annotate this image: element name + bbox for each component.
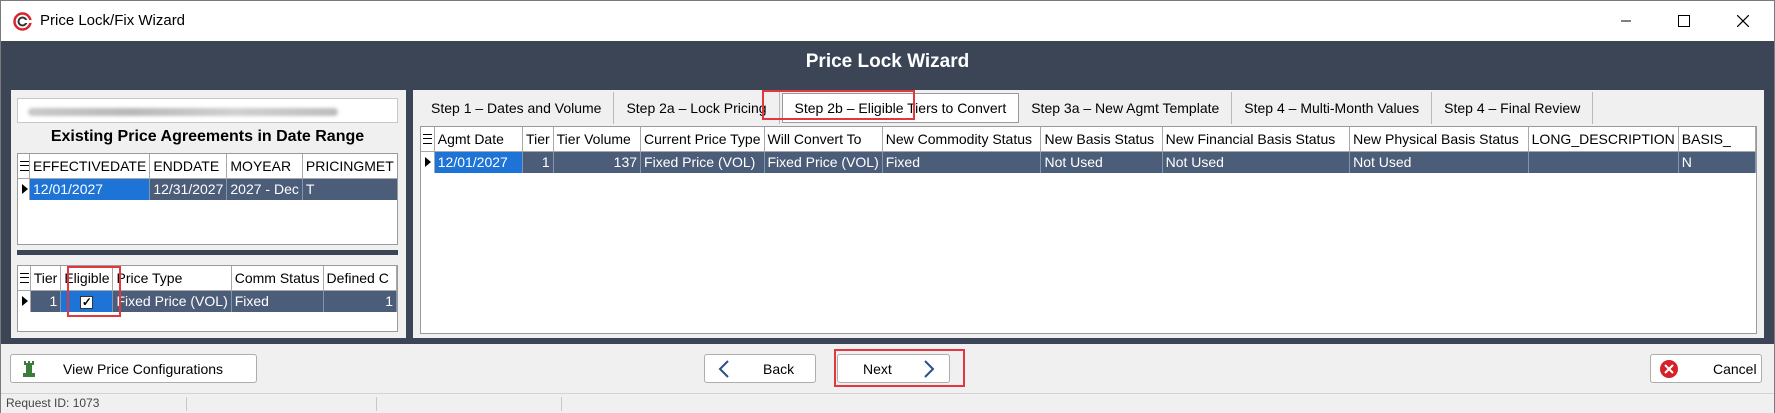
- view-price-configurations-label: View Price Configurations: [63, 360, 224, 377]
- agreements-grid[interactable]: EFFECTIVEDATE ENDDATE MOYEAR PRICINGMET …: [17, 153, 398, 245]
- minimize-icon: [1621, 20, 1631, 22]
- table-cell[interactable]: Not Used: [1162, 151, 1351, 173]
- column-chooser-icon[interactable]: [18, 154, 30, 179]
- row-indicator-icon: [18, 290, 31, 312]
- table-cell[interactable]: T: [302, 178, 397, 200]
- column-header[interactable]: ENDDATE: [149, 154, 228, 179]
- status-text: Request ID: 1073: [6, 396, 100, 410]
- column-header[interactable]: Tier Volume: [553, 127, 642, 152]
- row-indicator-icon: [18, 178, 30, 200]
- tab-step2a[interactable]: Step 2a – Lock Pricing: [614, 92, 780, 124]
- column-header[interactable]: New Financial Basis Status: [1162, 127, 1351, 152]
- table-cell[interactable]: 12/01/2027: [434, 151, 524, 173]
- chess-rook-icon: [23, 360, 35, 377]
- button-bar: View Price Configurations Back Next Canc…: [1, 344, 1774, 393]
- column-header[interactable]: Defined C: [323, 266, 397, 291]
- wizard-window: Price Lock/Fix Wizard Price Lock Wizard …: [0, 0, 1775, 413]
- agreements-section-title: Existing Price Agreements in Date Range: [50, 128, 365, 145]
- table-cell[interactable]: Not Used: [1040, 151, 1163, 173]
- table-cell[interactable]: 1: [323, 290, 397, 312]
- column-header[interactable]: Tier: [30, 266, 62, 291]
- window-title: Price Lock/Fix Wizard: [40, 12, 186, 29]
- cancel-label: Cancel: [1713, 360, 1757, 377]
- eligible-highlight: [67, 266, 121, 317]
- table-row[interactable]: 12/01/2027 1 137 Fixed Price (VOL) Fixed…: [421, 151, 1756, 173]
- cancel-x-icon: [1660, 359, 1678, 378]
- table-cell[interactable]: Fixed Price (VOL): [764, 151, 883, 173]
- column-header[interactable]: BASIS_: [1678, 127, 1756, 152]
- column-chooser-icon[interactable]: [421, 127, 435, 152]
- back-button[interactable]: Back: [704, 354, 816, 383]
- status-divider: [186, 397, 187, 411]
- table-row[interactable]: 12/01/2027 12/31/2027 2027 - Dec T: [18, 178, 397, 200]
- column-header[interactable]: MOYEAR: [226, 154, 303, 179]
- row-indicator-icon: [421, 151, 435, 173]
- column-header[interactable]: Agmt Date: [434, 127, 524, 152]
- wizard-header: Price Lock Wizard: [1, 41, 1774, 83]
- maximize-icon: [1678, 15, 1690, 27]
- redacted-customer-field: [17, 98, 398, 123]
- table-cell[interactable]: Fixed Price (VOL): [112, 290, 232, 312]
- table-cell[interactable]: 12/31/2027: [149, 178, 228, 200]
- wizard-tabs: Step 1 – Dates and Volume Step 2a – Lock…: [419, 92, 1594, 124]
- column-header[interactable]: Comm Status: [231, 266, 324, 291]
- column-header[interactable]: New Commodity Status: [882, 127, 1042, 152]
- table-cell[interactable]: Fixed: [231, 290, 324, 312]
- column-chooser-icon[interactable]: [18, 266, 31, 291]
- wizard-body: Existing Price Agreements in Date Range …: [1, 83, 1774, 344]
- back-label: Back: [763, 360, 795, 377]
- grid-splitter[interactable]: [17, 250, 398, 255]
- table-cell[interactable]: Fixed: [882, 151, 1042, 173]
- column-header[interactable]: LONG_DESCRIPTION: [1528, 127, 1679, 152]
- chevron-left-icon: [718, 359, 729, 378]
- view-price-configurations-button[interactable]: View Price Configurations: [10, 354, 257, 383]
- close-icon: [1737, 15, 1749, 27]
- minimize-button[interactable]: [1597, 1, 1655, 41]
- app-logo-icon: [13, 12, 32, 31]
- table-cell[interactable]: 1: [522, 151, 554, 173]
- status-divider: [376, 397, 377, 411]
- status-divider: [561, 397, 562, 411]
- right-panel: Step 1 – Dates and Volume Step 2a – Lock…: [413, 90, 1764, 338]
- maximize-button[interactable]: [1655, 1, 1713, 41]
- left-panel: Existing Price Agreements in Date Range …: [11, 90, 406, 338]
- column-header[interactable]: Price Type: [112, 266, 232, 291]
- status-bar: Request ID: 1073: [1, 393, 1774, 413]
- column-header[interactable]: Current Price Type: [640, 127, 765, 152]
- tab-step4-multimonth[interactable]: Step 4 – Multi-Month Values: [1232, 92, 1433, 124]
- table-cell[interactable]: 137: [553, 151, 642, 173]
- column-header[interactable]: New Basis Status: [1040, 127, 1163, 152]
- column-header[interactable]: PRICINGMET: [302, 154, 397, 179]
- table-cell[interactable]: 12/01/2027: [29, 178, 151, 200]
- table-cell[interactable]: Fixed Price (VOL): [640, 151, 765, 173]
- title-bar: Price Lock/Fix Wizard: [1, 1, 1774, 41]
- tab-step3a[interactable]: Step 3a – New Agmt Template: [1019, 92, 1233, 124]
- tab-step4-final[interactable]: Step 4 – Final Review: [1432, 92, 1594, 124]
- table-cell[interactable]: Not Used: [1349, 151, 1529, 173]
- eligible-tiers-grid[interactable]: Agmt Date Tier Tier Volume Current Price…: [420, 126, 1757, 334]
- table-cell[interactable]: 2027 - Dec: [226, 178, 303, 200]
- close-window-button[interactable]: [1714, 1, 1772, 41]
- table-cell[interactable]: N: [1678, 151, 1756, 173]
- table-cell[interactable]: 1: [30, 290, 62, 312]
- column-header[interactable]: Will Convert To: [764, 127, 883, 152]
- cancel-button[interactable]: Cancel: [1650, 354, 1762, 383]
- column-header[interactable]: New Physical Basis Status: [1349, 127, 1529, 152]
- column-header[interactable]: Tier: [522, 127, 554, 152]
- tab-highlight: [762, 90, 915, 120]
- column-header[interactable]: EFFECTIVEDATE: [29, 154, 151, 179]
- tab-step1[interactable]: Step 1 – Dates and Volume: [419, 92, 615, 124]
- table-cell[interactable]: [1528, 151, 1679, 173]
- next-highlight: [834, 349, 965, 387]
